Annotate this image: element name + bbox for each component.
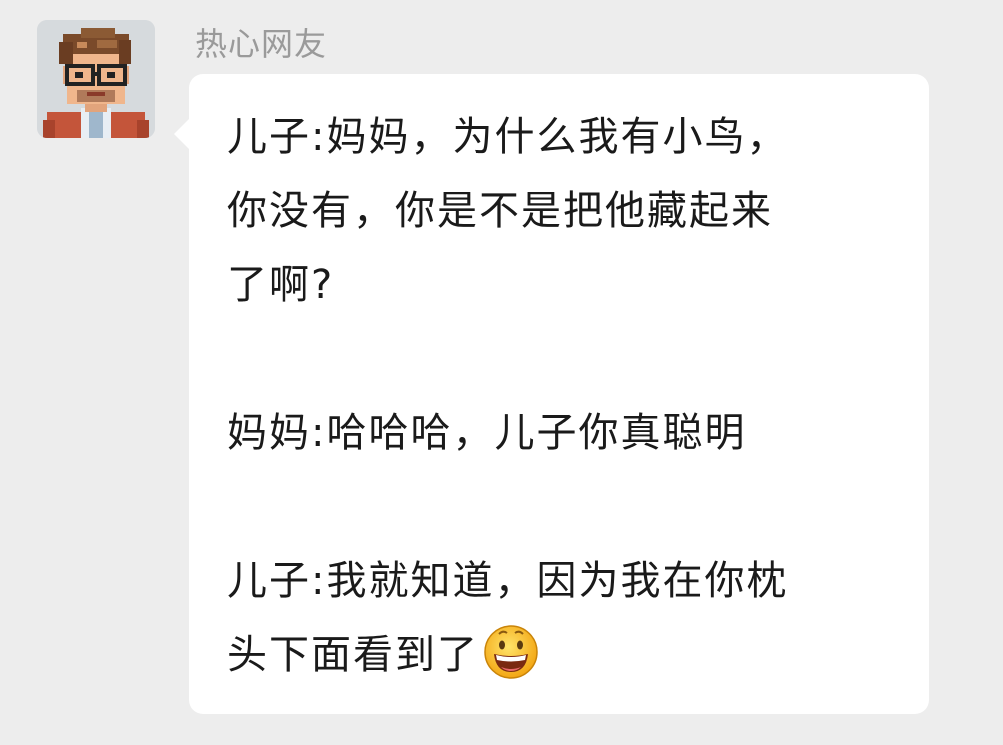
chat-message-row: 热心网友 儿子:妈妈，为什么我有小鸟， 你没有，你是不是把他藏起来 了啊? 妈妈… <box>0 0 1003 745</box>
message-line: 儿子:妈妈，为什么我有小鸟， <box>227 114 789 160</box>
message-line-with-emoji: 头下面看到了 <box>227 618 899 692</box>
bubble-tail <box>174 118 190 150</box>
sender-name: 热心网友 <box>195 25 328 63</box>
message-line: 儿子:我就知道，因为我在你枕 <box>227 558 789 604</box>
message-bubble[interactable]: 儿子:妈妈，为什么我有小鸟， 你没有，你是不是把他藏起来 了啊? 妈妈:哈哈哈，… <box>189 74 929 714</box>
pixel-avatar-icon <box>37 20 155 138</box>
message-line: 你没有，你是不是把他藏起来 <box>227 188 773 234</box>
message-line: 了啊? <box>227 262 335 308</box>
avatar[interactable] <box>37 20 155 138</box>
grinning-face-emoji-icon <box>481 620 541 680</box>
message-line: 妈妈:哈哈哈，儿子你真聪明 <box>227 410 747 456</box>
message-line-text: 头下面看到了 <box>227 632 479 678</box>
